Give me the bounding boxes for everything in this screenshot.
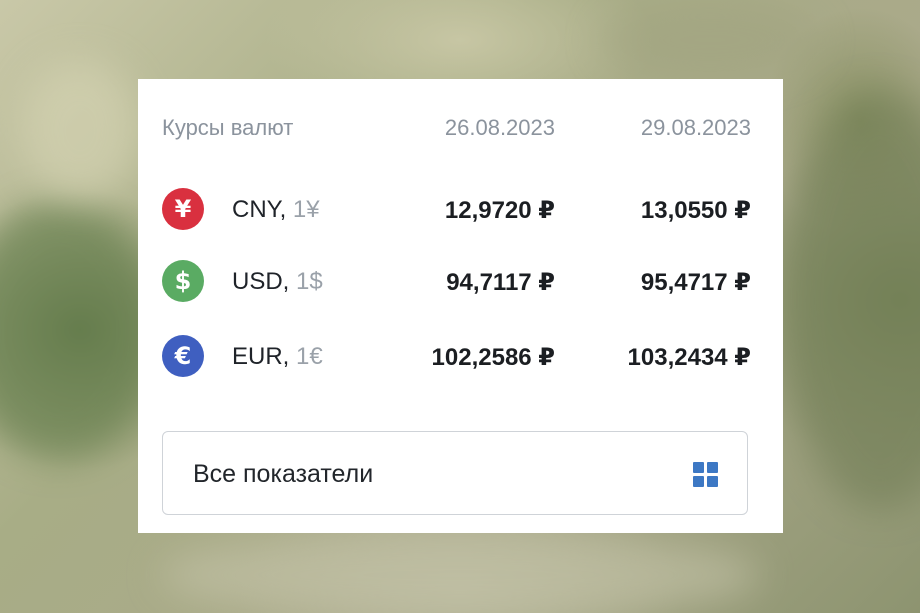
currency-unit: 1€	[296, 343, 323, 370]
rate-value-date2: 103,2434 ₽	[627, 344, 751, 371]
currency-code: EUR, 1€	[232, 343, 323, 371]
currency-code: USD, 1$	[232, 268, 323, 296]
date-column-2: 29.08.2023	[640, 115, 751, 140]
currency-code: CNY, 1¥	[232, 196, 320, 224]
rate-row-usd: $ USD, 1$ 94,7117 ₽ 95,4717 ₽	[138, 260, 783, 304]
currency-unit: 1¥	[292, 196, 320, 223]
all-indicators-label: Все показатели	[193, 460, 374, 488]
widget-title: Курсы валют	[162, 115, 294, 140]
rate-value-date1: 94,7117 ₽	[446, 269, 555, 296]
all-indicators-button[interactable]: Все показатели	[162, 431, 748, 515]
dollar-icon: $	[162, 260, 204, 302]
rate-row-eur: € EUR, 1€ 102,2586 ₽ 103,2434 ₽	[138, 335, 783, 379]
euro-icon: €	[162, 335, 204, 377]
rate-value-date2: 13,0550 ₽	[640, 197, 751, 224]
grid-icon	[693, 462, 719, 488]
currency-code-label: EUR,	[232, 343, 290, 370]
rate-value-date1: 102,2586 ₽	[431, 344, 555, 371]
currency-code-label: CNY,	[232, 196, 287, 223]
rate-value-date1: 12,9720 ₽	[444, 197, 555, 224]
rate-value-date2: 95,4717 ₽	[640, 269, 751, 296]
currency-code-label: USD,	[232, 268, 290, 295]
currency-unit: 1$	[296, 268, 323, 295]
currency-rates-card: Курсы валют 26.08.2023 29.08.2023 ¥ CNY,…	[138, 79, 783, 533]
rate-row-cny: ¥ CNY, 1¥ 12,9720 ₽ 13,0550 ₽	[138, 188, 783, 232]
yuan-icon: ¥	[162, 188, 204, 230]
date-column-1: 26.08.2023	[444, 115, 555, 140]
